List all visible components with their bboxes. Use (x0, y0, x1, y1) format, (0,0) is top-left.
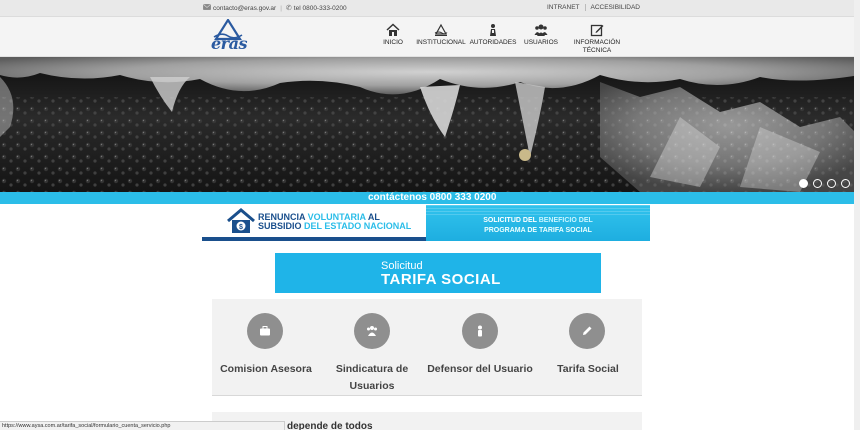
nav-label: USUARIOS (524, 39, 558, 46)
tarifa-big-text: TARIFA SOCIAL (381, 271, 501, 288)
phone-icon: ✆ (285, 5, 292, 12)
group-icon (354, 313, 390, 349)
pencil-icon (569, 313, 605, 349)
top-bar: contacto@eras.gov.ar | ✆ tel 0800-333-02… (0, 0, 860, 17)
banner-text: SUBSIDIO (258, 221, 305, 231)
contact-info: contacto@eras.gov.ar | ✆ tel 0800-333-02… (203, 4, 347, 12)
top-links: INTRANET ACCESIBILIDAD (542, 4, 645, 11)
contact-phone[interactable]: tel 0800-333-0200 (294, 5, 347, 12)
status-bar-url: https://www.aysa.com.ar/tarifa_social/fo… (0, 421, 285, 430)
intranet-link[interactable]: INTRANET (542, 4, 585, 11)
authority-icon (490, 24, 496, 36)
nav-institucional[interactable]: INSTITUCIONAL (413, 23, 469, 55)
contact-email[interactable]: contacto@eras.gov.ar (213, 5, 276, 12)
divider: | (280, 4, 282, 12)
nav-usuarios[interactable]: USUARIOS (519, 23, 563, 55)
hero-image (0, 57, 860, 192)
contact-strip: contáctenos 0800 333 0200 (0, 192, 860, 204)
nav-label: INSTITUCIONAL (416, 39, 466, 46)
accessibility-link[interactable]: ACCESIBILIDAD (584, 4, 646, 11)
banner-stripes (426, 205, 650, 216)
slide-dot-1[interactable] (799, 179, 808, 188)
institution-icon (434, 23, 448, 36)
service-label: Sindicatura de Usuarios (335, 363, 409, 392)
banner-text-highlight: DEL ESTADO NACIONAL (304, 221, 412, 231)
banner-beneficio-tarifa-social[interactable]: SOLICITUD DEL BENEFICIO DEL PROGRAMA DE … (426, 205, 650, 241)
service-label: Tarifa Social (557, 363, 619, 375)
briefcase-icon (247, 313, 283, 349)
banner-left-line2: SUBSIDIO DEL ESTADO NACIONAL (258, 222, 411, 231)
home-icon (386, 23, 400, 36)
nav-autoridades[interactable]: AUTORIDADES (469, 23, 517, 55)
person-icon (462, 313, 498, 349)
site-header: eras INICIO INSTITUCIONAL AUTORIDADES US… (0, 17, 860, 57)
banner-renuncia-subsidio[interactable]: $ RENUNCIA VOLUNTARIA AL SUBSIDIO DEL ES… (202, 205, 426, 241)
logo-text: eras (211, 34, 247, 53)
main-nav: INICIO INSTITUCIONAL AUTORIDADES USUARIO… (375, 23, 625, 55)
slide-dot-3[interactable] (827, 179, 836, 188)
service-label: Comision Asesora (220, 363, 312, 375)
banner-right-line1: SOLICITUD DEL BENEFICIO DEL (426, 217, 650, 224)
banner-right-line2: PROGRAMA DE TARIFA SOCIAL (484, 227, 592, 234)
svg-text:$: $ (239, 224, 243, 231)
slider-dots (799, 179, 850, 188)
nav-label: AUTORIDADES (469, 39, 517, 46)
nav-inicio[interactable]: INICIO (375, 23, 411, 55)
users-icon (534, 24, 548, 36)
slide-dot-2[interactable] (813, 179, 822, 188)
mail-icon (203, 4, 211, 12)
banner-text: SOLICITUD DEL (483, 217, 539, 224)
hero-slider[interactable] (0, 57, 860, 192)
services-panel: Comision Asesora Sindicatura de Usuarios… (212, 299, 642, 396)
edit-icon (590, 24, 604, 37)
partial-heading: depende de todos (287, 421, 373, 430)
nav-label: INFORMACIÓN TÉCNICA (573, 39, 621, 54)
banner-text-highlight: BENEFICIO DEL (538, 217, 593, 224)
page-scrollbar[interactable] (854, 0, 860, 430)
service-label: Defensor del Usuario (427, 363, 533, 375)
slide-dot-4[interactable] (841, 179, 850, 188)
nav-informacion-tecnica[interactable]: INFORMACIÓN TÉCNICA (569, 23, 625, 55)
tarifa-social-banner[interactable]: Solicitud TARIFA SOCIAL (275, 253, 601, 293)
house-dollar-icon: $ (227, 208, 255, 233)
contact-strip-text[interactable]: contáctenos 0800 333 0200 (368, 192, 496, 204)
nav-label: INICIO (383, 39, 403, 46)
